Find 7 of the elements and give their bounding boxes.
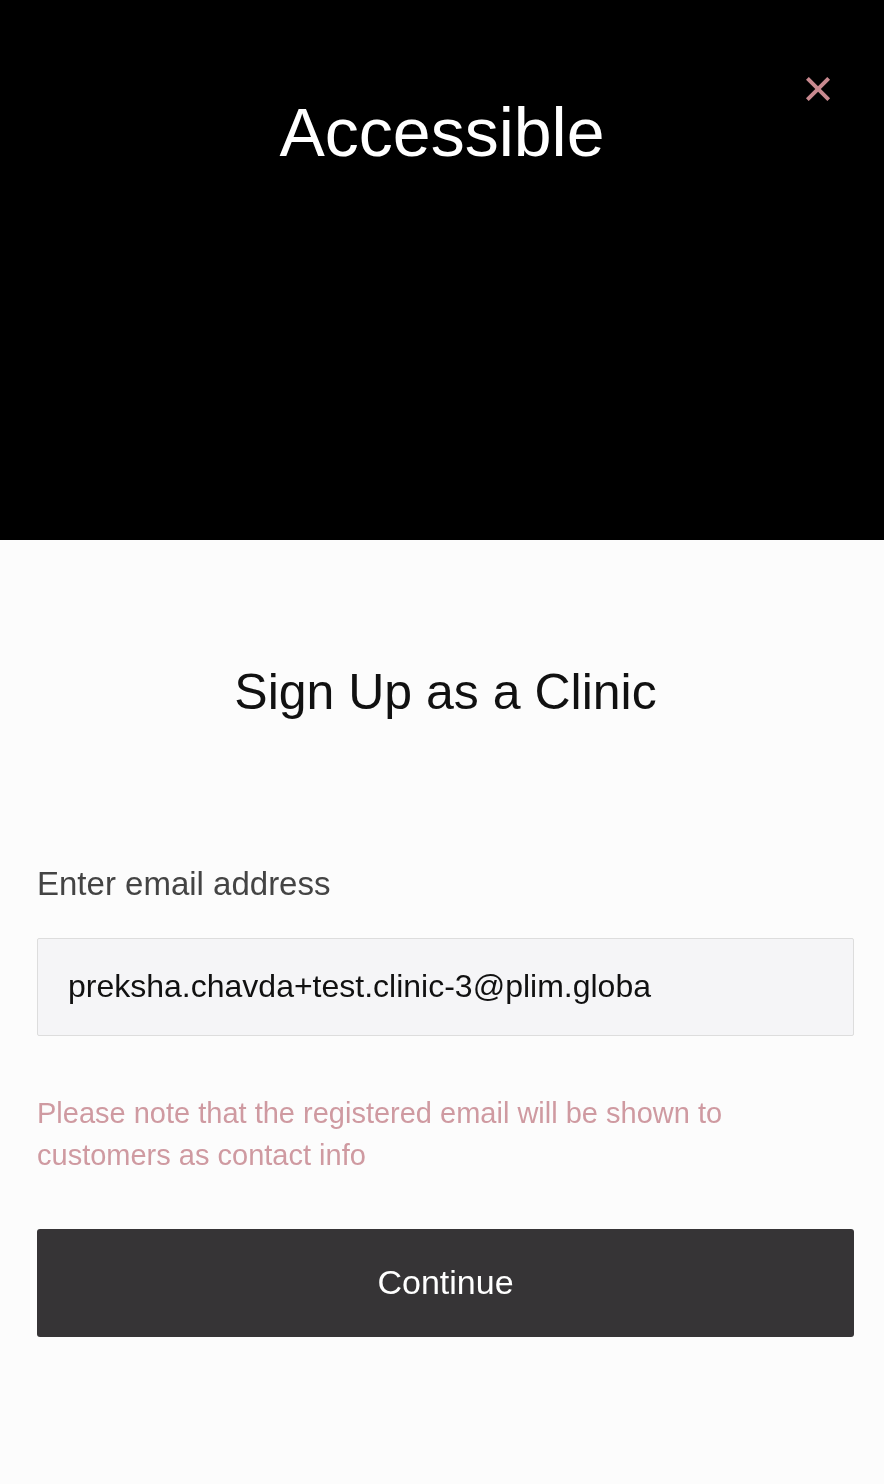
email-label: Enter email address — [37, 864, 332, 904]
continue-button[interactable]: Continue — [37, 1228, 854, 1337]
form-heading: Sign Up as a Clinic — [233, 663, 658, 722]
note-text: Please note that the registered email will be shown to customers as contact info — [37, 1095, 724, 1174]
close-button[interactable]: × — [800, 70, 836, 106]
app-title: Accessible — [279, 98, 605, 166]
email-field[interactable]: preksha.chavda+test.clinic-3@plim.globa — [37, 937, 854, 1036]
